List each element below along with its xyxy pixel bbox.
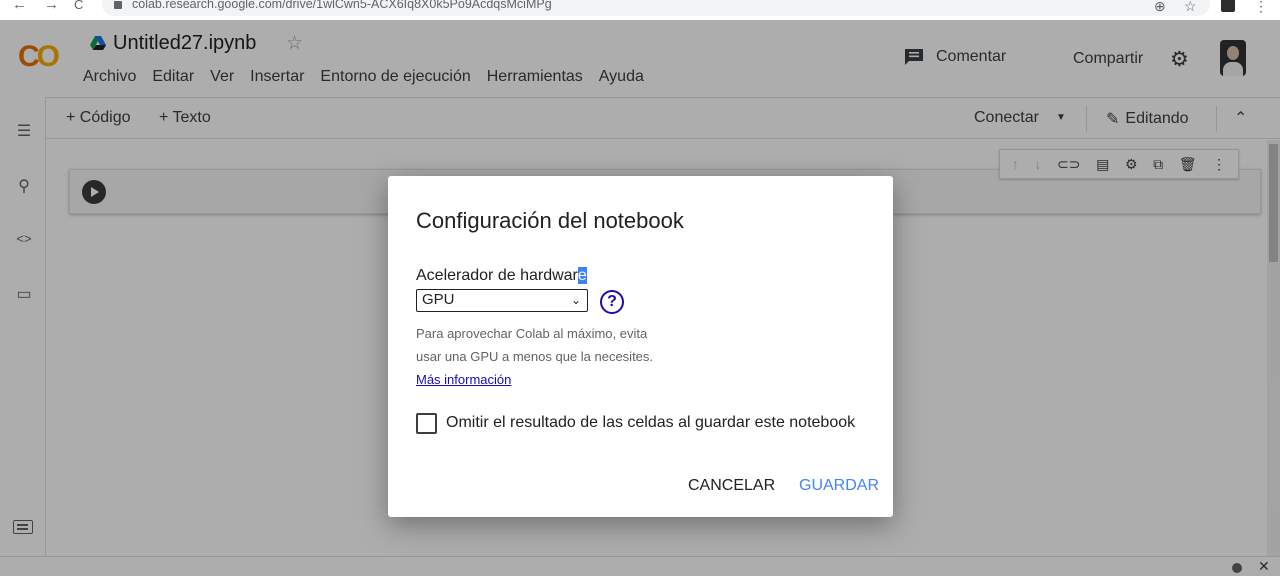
bookmark-star-icon[interactable]: ☆ [1184, 0, 1197, 15]
dialog-title: Configuración del notebook [416, 208, 684, 233]
cancel-button[interactable]: CANCELAR [688, 477, 775, 495]
notebook-settings-dialog: Configuración del notebook Acelerador de… [388, 176, 893, 517]
omit-output-checkbox[interactable] [416, 413, 437, 434]
gpu-hint-line-1: Para aprovechar Colab al máximo, evita [416, 326, 648, 341]
address-bar[interactable]: colab.research.google.com/drive/1wlCwn5-… [102, 0, 1210, 16]
reload-icon[interactable]: C [74, 0, 83, 14]
save-button[interactable]: GUARDAR [799, 477, 879, 495]
more-info-link[interactable]: Más información [416, 372, 511, 387]
browser-profile-avatar[interactable] [1221, 0, 1235, 12]
omit-output-label[interactable]: Omitir el resultado de las celdas al gua… [446, 414, 855, 432]
lock-icon [114, 1, 122, 9]
accelerator-value: GPU [422, 291, 455, 308]
zoom-icon[interactable]: ⊕ [1154, 0, 1166, 15]
gpu-hint-line-2: usar una GPU a menos que la necesites. [416, 349, 654, 364]
hardware-accelerator-label: Acelerador de hardware [416, 267, 587, 285]
hardware-accelerator-select[interactable]: GPU ⌄ [416, 289, 588, 312]
url-text: colab.research.google.com/drive/1wlCwn5-… [132, 0, 552, 11]
chevron-down-icon: ⌄ [570, 293, 581, 307]
browser-menu-icon[interactable]: ⋮ [1254, 0, 1268, 15]
forward-arrow-icon[interactable]: → [44, 0, 59, 14]
help-question-icon[interactable]: ? [600, 290, 624, 314]
back-arrow-icon[interactable]: ← [12, 0, 27, 14]
browser-bar: ← → C colab.research.google.com/drive/1w… [0, 0, 1280, 20]
accelerator-label-selection: e [577, 267, 587, 284]
accelerator-label-text: Acelerador de hardwar [416, 267, 578, 284]
